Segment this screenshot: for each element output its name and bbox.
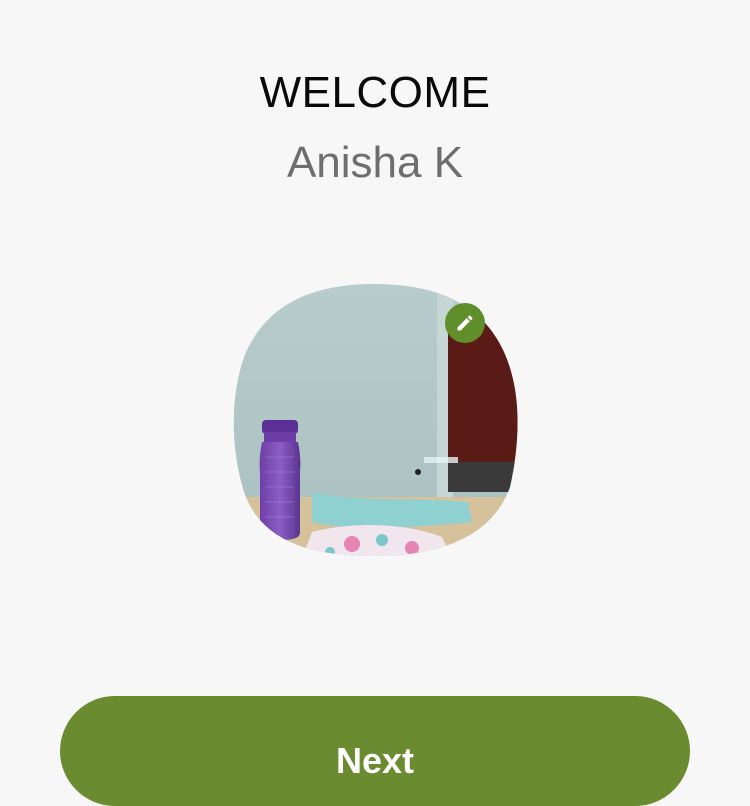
next-button[interactable]: Next <box>60 696 690 806</box>
user-name: Anisha K <box>286 138 464 187</box>
welcome-title: WELCOME <box>259 68 491 117</box>
pencil-icon <box>457 315 473 331</box>
profile-photo-container[interactable] <box>232 282 518 558</box>
edit-photo-button[interactable] <box>445 303 485 343</box>
